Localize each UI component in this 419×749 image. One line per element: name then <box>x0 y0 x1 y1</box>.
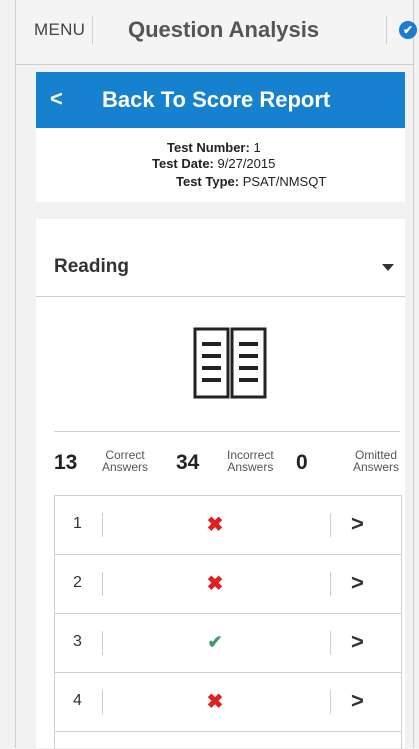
back-to-score-report-button[interactable]: < Back To Score Report <box>36 72 405 128</box>
question-analysis-card: Reading 13 Correct Answers 34 Incorrect … <box>36 219 405 749</box>
question-row[interactable]: 1 ✖ > <box>55 496 401 555</box>
test-number-label: Test Number: <box>167 140 250 155</box>
back-button-label: Back To Score Report <box>102 87 331 112</box>
test-info-panel: Test Number: 1 Test Date: 9/27/2015 Test… <box>36 128 405 202</box>
row-divider <box>102 572 103 596</box>
incorrect-icon: ✖ <box>206 573 224 595</box>
check-circle-icon[interactable]: ✔ <box>399 21 417 39</box>
section-dropdown[interactable]: Reading <box>36 219 405 297</box>
test-type-label: Test Type: <box>176 174 240 189</box>
menu-button[interactable]: MENU <box>34 20 85 40</box>
test-number-value: 1 <box>253 140 261 155</box>
header-divider <box>92 16 93 44</box>
correct-icon: ✔ <box>207 632 223 652</box>
incorrect-label-line2: Answers <box>227 460 274 474</box>
question-number: 2 <box>73 574 82 591</box>
omitted-count: 0 <box>296 451 308 474</box>
incorrect-label: Incorrect Answers <box>227 449 274 473</box>
question-number: 1 <box>73 515 82 532</box>
chevron-right-icon[interactable]: > <box>351 688 364 714</box>
test-type-row: Test Type: PSAT/NMSQT <box>176 174 326 189</box>
chevron-right-icon[interactable]: > <box>351 629 364 655</box>
frame-border-left <box>15 0 16 748</box>
frame-border-right <box>413 0 414 748</box>
test-number-row: Test Number: 1 <box>167 140 261 155</box>
question-number: 3 <box>73 633 82 650</box>
header-divider <box>386 16 387 44</box>
correct-label-line2: Answers <box>102 460 149 474</box>
test-date-label: Test Date: <box>152 156 214 171</box>
question-list: 1 ✖ > 2 ✖ > 3 ✔ > 4 ✖ > <box>54 495 402 749</box>
correct-label: Correct Answers <box>102 449 148 473</box>
section-dropdown-value: Reading <box>54 256 129 277</box>
page-title: Question Analysis <box>128 17 320 42</box>
chevron-left-icon: < <box>50 86 63 111</box>
row-divider <box>330 513 331 537</box>
row-divider <box>102 513 103 537</box>
chevron-right-icon[interactable]: > <box>351 570 364 596</box>
incorrect-count: 34 <box>176 451 200 474</box>
test-date-row: Test Date: 9/27/2015 <box>152 156 275 171</box>
row-divider <box>330 631 331 655</box>
omitted-label: Omitted Answers <box>353 449 399 473</box>
test-type-value: PSAT/NMSQT <box>242 174 327 189</box>
question-number: 4 <box>73 692 82 709</box>
question-row[interactable]: 3 ✔ > <box>55 614 401 673</box>
question-row[interactable]: 4 ✖ > <box>55 673 401 732</box>
row-divider <box>102 631 103 655</box>
app-header: MENU Question Analysis ✔ <box>16 0 417 65</box>
question-row[interactable]: 2 ✖ > <box>55 555 401 614</box>
incorrect-icon: ✖ <box>206 514 224 536</box>
open-book-icon <box>193 327 267 399</box>
divider <box>54 431 400 432</box>
row-divider <box>330 572 331 596</box>
test-date-value: 9/27/2015 <box>217 156 276 171</box>
caret-down-icon <box>382 264 394 271</box>
incorrect-icon: ✖ <box>206 691 224 713</box>
row-divider <box>102 690 103 714</box>
score-summary: 13 Correct Answers 34 Incorrect Answers … <box>36 444 405 484</box>
omitted-label-line2: Answers <box>353 460 400 474</box>
chevron-right-icon[interactable]: > <box>351 511 364 537</box>
row-divider <box>330 690 331 714</box>
correct-count: 13 <box>54 451 78 474</box>
